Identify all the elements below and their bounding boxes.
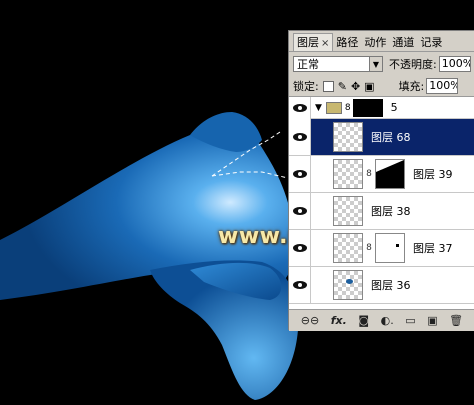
visibility-toggle[interactable] xyxy=(289,156,311,192)
eye-icon xyxy=(292,103,307,112)
tab-layers-label: 图层 xyxy=(297,36,319,49)
lock-move-icon[interactable]: ✥ xyxy=(351,80,360,93)
layer-row-38[interactable]: 图层 38 xyxy=(289,193,474,230)
eye-icon xyxy=(292,244,307,252)
fill-field[interactable]: 100% xyxy=(426,78,459,94)
tab-layers[interactable]: 图层 × xyxy=(293,33,334,51)
layer-mask-thumbnail[interactable] xyxy=(375,159,405,189)
layer-thumbnail xyxy=(333,233,363,263)
layers-bottom-bar: ⊖⊖ fx. ◙ ◐. ▭ ▣ 🗑 xyxy=(289,309,474,331)
layer-group[interactable]: ▼ 8 5 xyxy=(289,97,474,119)
layers-panel: 图层 × 路径 动作 通道 记录 正常 ▼ 不透明度: 100% 锁定: ✎ ✥ … xyxy=(288,30,474,331)
link-icon: 8 xyxy=(344,102,351,113)
trash-icon[interactable]: 🗑 xyxy=(449,314,463,327)
opacity-field[interactable]: 100% xyxy=(438,56,471,72)
lock-row: 锁定: ✎ ✥ ▣ 填充: 100% xyxy=(289,76,474,97)
tab-actions[interactable]: 动作 xyxy=(361,34,389,51)
folder-icon xyxy=(325,101,342,114)
blend-row: 正常 ▼ 不透明度: 100% xyxy=(289,52,474,76)
chevron-down-icon[interactable]: ▼ xyxy=(369,57,382,71)
visibility-toggle[interactable] xyxy=(289,119,311,155)
layer-row-36[interactable]: 图层 36 xyxy=(289,267,474,304)
fill-label: 填充: xyxy=(398,80,425,93)
tab-close-icon[interactable]: × xyxy=(321,38,329,49)
panel-tabs: 图层 × 路径 动作 通道 记录 xyxy=(289,31,474,52)
layer-thumbnail xyxy=(333,159,363,189)
tab-history[interactable]: 记录 xyxy=(417,34,445,51)
layer-thumbnail xyxy=(333,270,363,300)
layer-name: 图层 37 xyxy=(413,242,453,255)
layer-name: 图层 68 xyxy=(371,131,411,144)
visibility-toggle[interactable] xyxy=(289,193,311,229)
layer-name: 图层 36 xyxy=(371,279,411,292)
new-group-icon[interactable]: ▭ xyxy=(405,314,415,327)
new-layer-icon[interactable]: ▣ xyxy=(427,314,437,327)
fx-icon[interactable]: fx. xyxy=(331,314,347,327)
link-layers-icon[interactable]: ⊖⊖ xyxy=(301,314,319,327)
tab-channels[interactable]: 通道 xyxy=(389,34,417,51)
layer-mask-thumbnail[interactable] xyxy=(375,233,405,263)
tab-paths[interactable]: 路径 xyxy=(333,34,361,51)
triangle-down-icon[interactable]: ▼ xyxy=(315,103,322,113)
layer-thumbnail xyxy=(333,122,363,152)
eye-icon xyxy=(292,207,307,215)
chain-link-icon[interactable]: 8 xyxy=(365,169,373,179)
layer-row-39[interactable]: 8 图层 39 xyxy=(289,156,474,193)
layer-name: 图层 38 xyxy=(371,205,411,218)
eye-icon xyxy=(292,281,307,289)
eye-icon xyxy=(292,170,307,178)
group-mask-thumb xyxy=(352,98,383,117)
blend-mode-select[interactable]: 正常 ▼ xyxy=(293,56,383,72)
group-name: 5 xyxy=(390,101,398,114)
chain-link-icon[interactable]: 8 xyxy=(365,243,373,253)
layer-name: 图层 39 xyxy=(413,168,453,181)
lock-brush-icon[interactable]: ✎ xyxy=(338,80,347,93)
visibility-toggle[interactable] xyxy=(289,267,311,303)
adjustment-layer-icon[interactable]: ◐. xyxy=(381,314,394,327)
visibility-toggle[interactable] xyxy=(289,97,311,119)
visibility-toggle[interactable] xyxy=(289,230,311,266)
eye-icon xyxy=(292,133,307,141)
add-mask-icon[interactable]: ◙ xyxy=(358,314,369,327)
opacity-label: 不透明度: xyxy=(389,58,437,71)
layer-row-68[interactable]: 图层 68 xyxy=(289,119,474,156)
lock-transparency-icon[interactable] xyxy=(322,80,334,92)
layers-list: ▼ 8 5 图层 68 8 图层 39 图层 38 8 图层 37 图层 36 xyxy=(289,97,474,309)
layer-row-37[interactable]: 8 图层 37 xyxy=(289,230,474,267)
lock-all-icon[interactable]: ▣ xyxy=(364,80,374,93)
blend-mode-value: 正常 xyxy=(297,58,319,71)
lock-label: 锁定: xyxy=(293,80,319,93)
layer-thumbnail xyxy=(333,196,363,226)
